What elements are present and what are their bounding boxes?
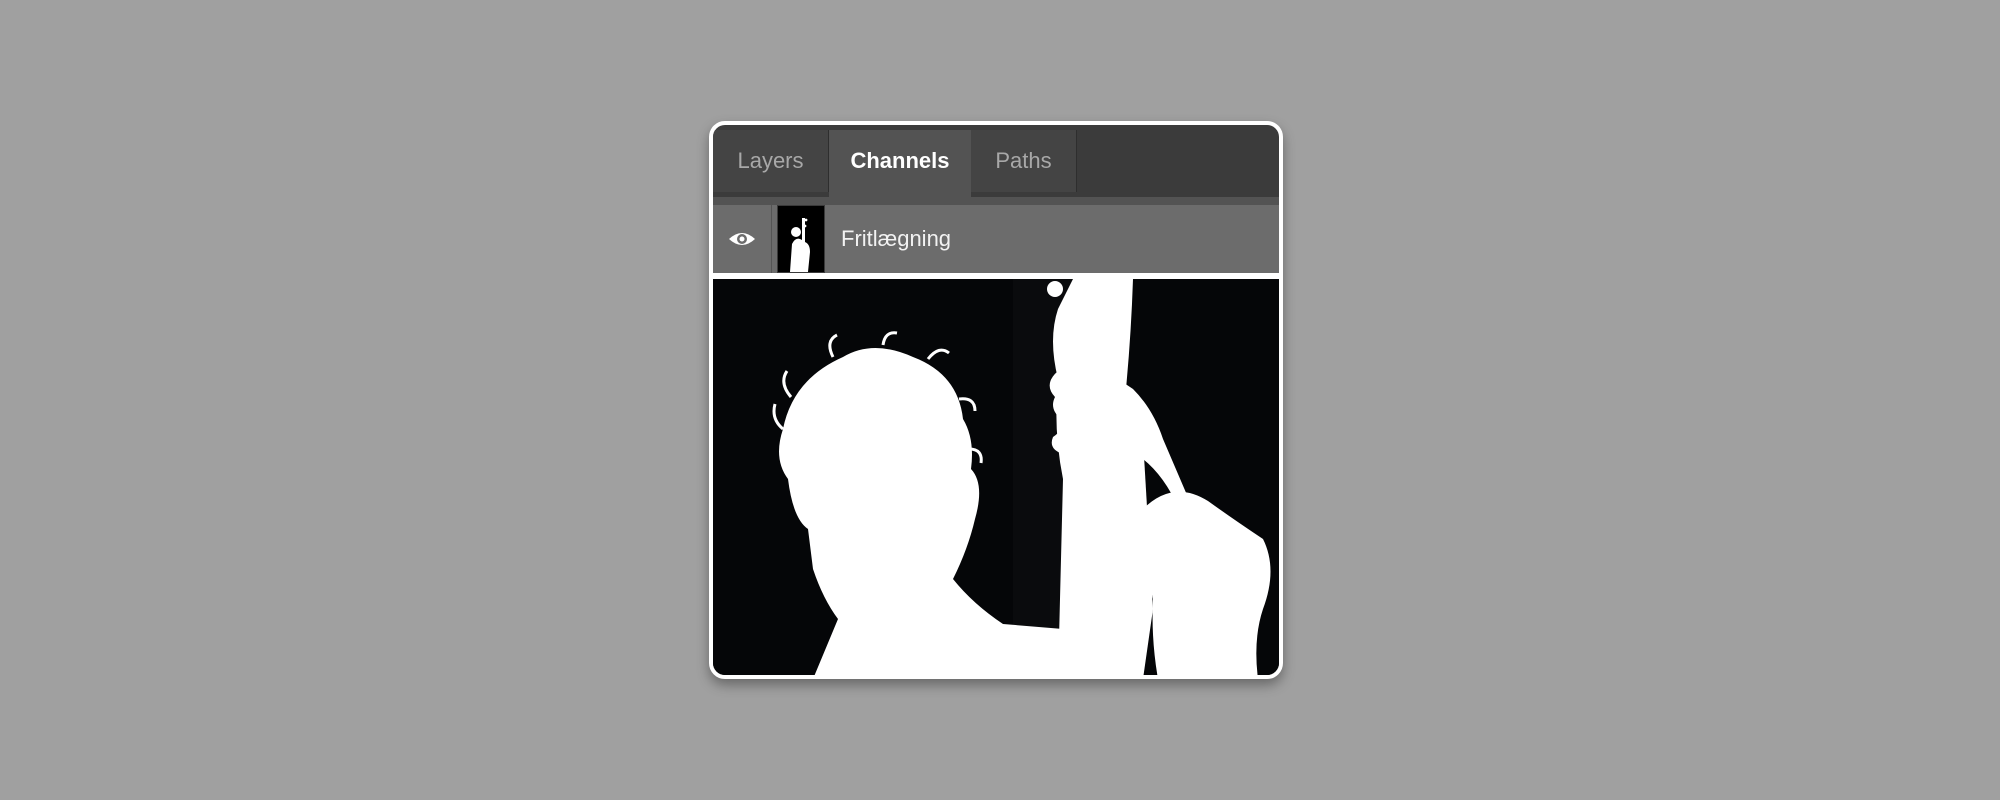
tab-channels[interactable]: Channels bbox=[829, 130, 971, 197]
channel-mask-preview bbox=[713, 279, 1279, 675]
channel-thumbnail bbox=[777, 205, 825, 273]
mask-thumbnail-image bbox=[778, 206, 824, 272]
channel-row-fritlaegning[interactable]: Fritlægning bbox=[713, 197, 1279, 273]
mask-silhouette-image bbox=[713, 279, 1279, 675]
visibility-toggle[interactable] bbox=[713, 205, 772, 273]
eye-icon bbox=[729, 233, 755, 245]
channels-panel: Layers Channels Paths Fritlægning bbox=[709, 121, 1283, 679]
tab-paths[interactable]: Paths bbox=[971, 130, 1077, 192]
channel-name: Fritlægning bbox=[841, 226, 952, 251]
panel-tab-bar: Layers Channels Paths bbox=[713, 125, 1279, 197]
tab-layers[interactable]: Layers bbox=[713, 130, 829, 192]
